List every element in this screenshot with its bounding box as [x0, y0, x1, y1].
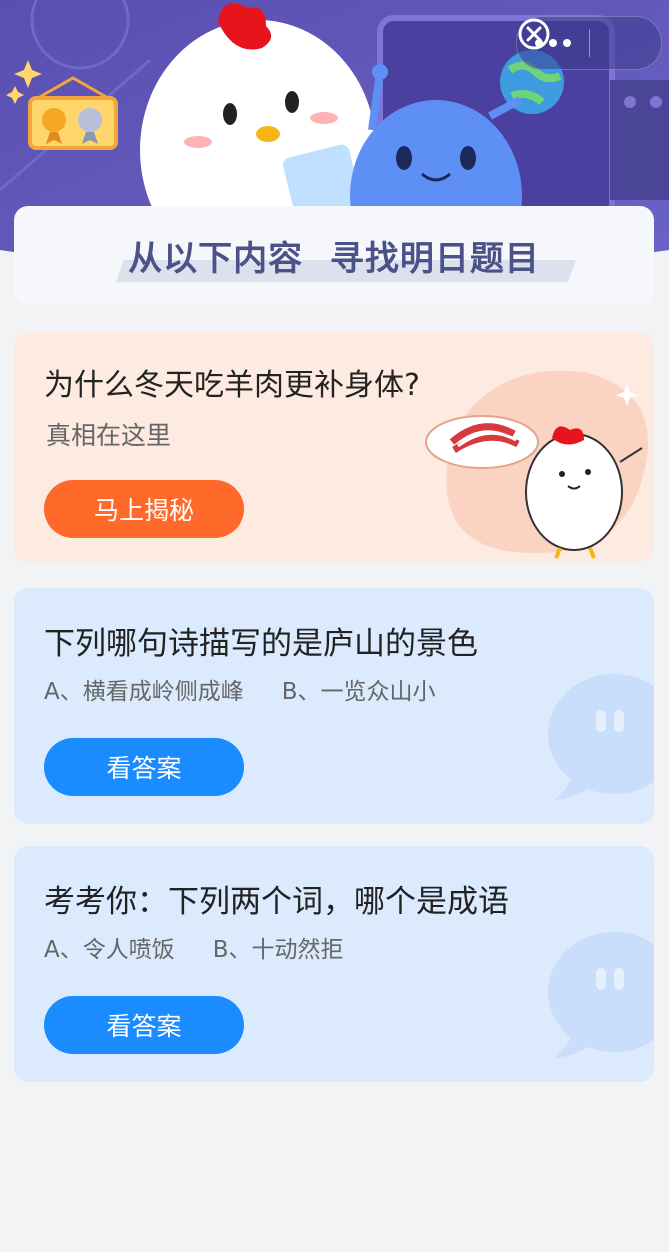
option-b: B、一览众山小 [281, 679, 436, 705]
view-answer-button[interactable]: 看答案 [44, 738, 244, 796]
option-a: A、横看成岭侧成峰 [44, 679, 244, 705]
banner-title-panel: 从以下内容 寻找明日题目 [14, 206, 654, 304]
chat-bubble-icon [548, 932, 654, 1058]
option-b: B、十动然拒 [212, 937, 344, 963]
answer-options: A、令人喷饭 B、十动然拒 [44, 930, 344, 964]
reveal-button[interactable]: 马上揭秘 [44, 480, 244, 538]
answer-options: A、横看成岭侧成峰 B、一览众山小 [44, 672, 436, 706]
option-a: A、令人喷饭 [44, 937, 175, 963]
view-answer-button[interactable]: 看答案 [44, 996, 244, 1054]
close-circle-icon[interactable] [518, 17, 660, 69]
mini-program-capsule [516, 16, 662, 70]
question-title: 下列哪句诗描写的是庐山的景色 [44, 626, 478, 662]
question-card-3: 考考你：下列两个词，哪个是成语 A、令人喷饭 B、十动然拒 看答案 [14, 846, 654, 1082]
question-card-1: 为什么冬天吃羊肉更补身体? 真相在这里 马上揭秘 [14, 332, 654, 562]
banner-title: 从以下内容 寻找明日题目 [128, 238, 540, 279]
question-title: 为什么冬天吃羊肉更补身体? [44, 368, 420, 403]
question-subtitle: 真相在这里 [46, 421, 172, 450]
question-card-2: 下列哪句诗描写的是庐山的景色 A、横看成岭侧成峰 B、一览众山小 看答案 [14, 588, 654, 824]
chat-bubble-icon [548, 674, 654, 800]
question-title: 考考你：下列两个词，哪个是成语 [44, 884, 509, 920]
chicken-with-lamb-icon [425, 370, 648, 559]
